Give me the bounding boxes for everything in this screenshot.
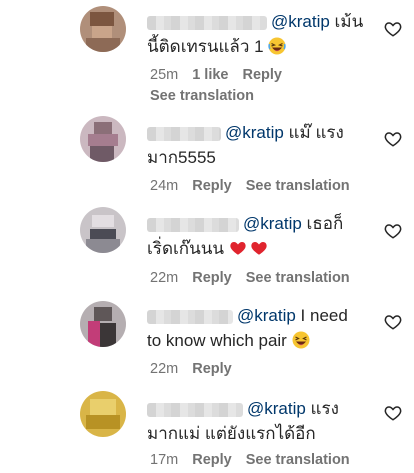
mention-link[interactable]: @kratip [247,399,306,418]
avatar[interactable] [80,301,126,347]
reply-button[interactable]: Reply [192,270,232,286]
reply-button[interactable]: Reply [243,67,283,83]
comment-text-part: นี้ติดเทรนแล้ว 1 [147,37,269,56]
timestamp: 22m [150,270,179,286]
timestamp: 25m [150,67,179,83]
comment-text-part: มาก5555 [147,148,216,167]
comment-text-part: แรง [305,399,339,418]
red-heart-icon [229,239,247,264]
timestamp: 24m [150,178,179,194]
comment-text: @kratip แรง มากแม่ แต่ยังแรกได้อีก [147,396,369,446]
see-translation-button[interactable]: See translation [150,88,254,104]
comment-meta: 25m 1 like Reply [150,67,296,83]
mention-link[interactable]: @kratip [243,214,302,233]
avatar[interactable] [80,116,126,162]
username-blurred[interactable] [147,217,239,232]
comment-meta: 22m Reply See translation [150,270,364,286]
timestamp: 22m [150,361,179,377]
laughing-emoji-icon [292,331,310,356]
username-blurred[interactable] [147,126,221,141]
like-heart-icon[interactable] [384,222,402,240]
see-translation-button[interactable]: See translation [246,178,350,194]
username-blurred[interactable] [147,402,243,417]
username-blurred[interactable] [147,15,267,30]
comment-meta: 17m Reply See translation [150,452,364,468]
mention-link[interactable]: @kratip [237,306,296,325]
timestamp: 17m [150,452,179,468]
username-blurred[interactable] [147,309,233,324]
comment-meta: 22m Reply [150,361,246,377]
laughing-emoji-icon [268,37,286,62]
comment-text-part: เธอก็ [301,214,344,233]
avatar[interactable] [80,6,126,52]
likes-count[interactable]: 1 like [192,67,228,83]
comment-text: @kratip เม้น นี้ติดเทรนแล้ว 1 [147,9,369,62]
comment-meta: 24m Reply See translation [150,178,364,194]
mention-link[interactable]: @kratip [225,123,284,142]
comment-text: @kratip I need to know which pair [147,303,369,356]
comment-text-part: มากแม่ แต่ยังแรกได้อีก [147,424,316,443]
reply-button[interactable]: Reply [192,178,232,194]
red-heart-icon [250,239,268,264]
like-heart-icon[interactable] [384,130,402,148]
reply-button[interactable]: Reply [192,361,232,377]
comment-text-part: to know which pair [147,331,292,350]
comment-text-part: เม้น [329,12,364,31]
comment-text-part: แม๊ แรง [283,123,344,142]
like-heart-icon[interactable] [384,20,402,38]
reply-button[interactable]: Reply [192,452,232,468]
comment-text-part: เริ่ดเก๊นนน [147,239,229,258]
comment-text-part: I need [295,306,348,325]
like-heart-icon[interactable] [384,404,402,422]
mention-link[interactable]: @kratip [271,12,330,31]
see-translation-button[interactable]: See translation [246,270,350,286]
comment-text: @kratip เธอก็ เริ่ดเก๊นนน [147,211,369,264]
see-translation-button[interactable]: See translation [246,452,350,468]
avatar[interactable] [80,391,126,437]
comment-text: @kratip แม๊ แรง มาก5555 [147,120,369,170]
avatar[interactable] [80,207,126,253]
like-heart-icon[interactable] [384,313,402,331]
